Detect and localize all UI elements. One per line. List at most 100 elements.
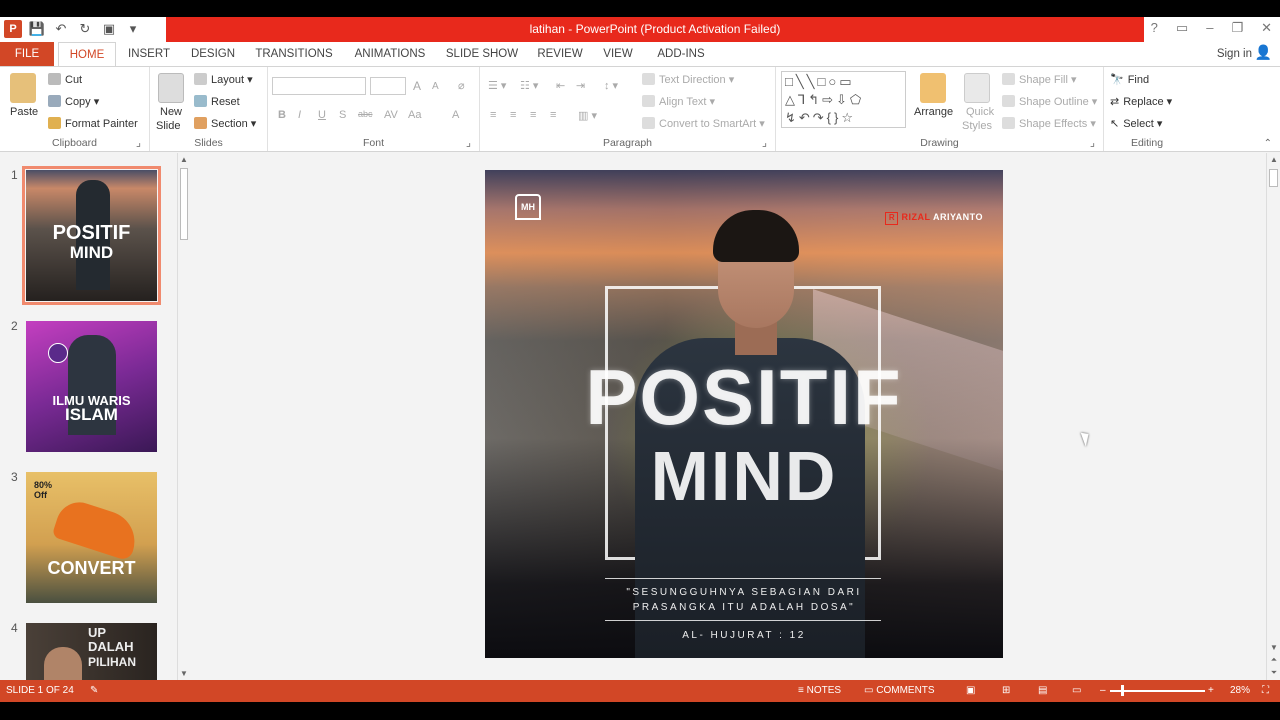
new-slide-label-1[interactable]: New <box>160 106 182 118</box>
slide-title-mind[interactable]: MIND <box>485 440 1003 512</box>
shape-outline-button[interactable]: Shape Outline ▾ <box>1002 95 1097 108</box>
change-case-button[interactable]: Aa <box>408 109 421 121</box>
arrange-icon[interactable] <box>920 73 946 103</box>
collapse-ribbon-icon[interactable]: ⌃ <box>1264 138 1272 149</box>
slide-thumbnail-1[interactable]: POSITIF MIND <box>22 166 161 305</box>
line-spacing-icon[interactable]: ↕ ▾ <box>604 79 618 92</box>
new-slide-label-2[interactable]: Slide <box>156 120 180 132</box>
thumbnails-scrollbar[interactable]: ▲ ▼ <box>177 153 189 680</box>
clear-formatting-icon[interactable]: ⌀ <box>458 79 465 92</box>
tab-add-ins[interactable]: ADD-INS <box>650 42 712 66</box>
save-icon[interactable]: 💾 <box>28 20 46 38</box>
slide-sorter-icon[interactable]: ⊞ <box>1002 680 1010 702</box>
tab-transitions[interactable]: TRANSITIONS <box>252 42 336 66</box>
shrink-font-button[interactable]: A <box>432 81 439 92</box>
font-color-button[interactable]: A <box>452 109 459 121</box>
decrease-indent-icon[interactable]: ⇤ <box>556 79 565 92</box>
scroll-up-icon[interactable]: ▲ <box>1267 155 1280 164</box>
slide-thumbnail-3[interactable]: 80% Off CONVERT <box>26 472 157 603</box>
slideshow-icon[interactable]: ▭ <box>1072 680 1081 702</box>
tab-animations[interactable]: ANIMATIONS <box>348 42 432 66</box>
quote-line-2[interactable]: PRASANGKA ITU ADALAH DOSA" <box>485 602 1003 613</box>
columns-icon[interactable]: ▥ ▾ <box>578 109 597 122</box>
replace-button[interactable]: ⇄ Replace ▾ <box>1110 95 1172 108</box>
fit-slide-icon[interactable]: ⛶ <box>1262 680 1269 702</box>
dialog-launcher-icon[interactable]: ⌟ <box>1090 136 1095 149</box>
align-text-button[interactable]: Align Text ▾ <box>642 95 715 108</box>
zoom-out-icon[interactable]: – <box>1100 680 1106 702</box>
slide-title-positif[interactable]: POSITIF <box>485 358 1003 436</box>
quick-styles-label-2[interactable]: Styles <box>962 120 992 132</box>
layout-button[interactable]: Layout ▾ <box>194 73 253 86</box>
close-icon[interactable]: ✕ <box>1261 20 1272 36</box>
customize-qat-icon[interactable]: ▾ <box>124 20 142 38</box>
minimize-icon[interactable]: – <box>1206 20 1213 36</box>
numbering-icon[interactable]: ☷ ▾ <box>520 79 538 92</box>
convert-smartart-button[interactable]: Convert to SmartArt ▾ <box>642 117 765 130</box>
format-painter-button[interactable]: Format Painter <box>48 117 138 130</box>
sign-in-link[interactable]: Sign in <box>1217 42 1252 66</box>
tab-insert[interactable]: INSERT <box>124 42 174 66</box>
shapes-gallery[interactable]: □╲╲□○▭ △⅂↰⇨⇩⬠ ↯↶↷{}☆ <box>781 71 906 128</box>
scrollbar-thumb[interactable] <box>1269 169 1278 187</box>
slide-scrollbar[interactable]: ▲ ▼ ⏶ ⏷ <box>1266 153 1280 680</box>
dialog-launcher-icon[interactable]: ⌟ <box>762 136 767 149</box>
slide-thumbnail-2[interactable]: ILMU WARIS ISLAM <box>26 321 157 452</box>
arrange-button[interactable]: Arrange <box>914 106 953 118</box>
zoom-slider[interactable] <box>1110 690 1205 692</box>
select-button[interactable]: ↖ Select ▾ <box>1110 117 1162 130</box>
quote-source[interactable]: AL- HUJURAT : 12 <box>485 630 1003 641</box>
tab-file[interactable]: FILE <box>0 42 54 66</box>
text-direction-button[interactable]: Text Direction ▾ <box>642 73 734 86</box>
tab-slide-show[interactable]: SLIDE SHOW <box>444 42 520 66</box>
section-button[interactable]: Section ▾ <box>194 117 256 130</box>
dialog-launcher-icon[interactable]: ⌟ <box>466 136 471 149</box>
current-slide[interactable]: MH R RIZAL ARIYANTO POSITIF MIND "SESUNGG… <box>485 170 1003 658</box>
shape-effects-button[interactable]: Shape Effects ▾ <box>1002 117 1096 130</box>
start-from-beginning-icon[interactable]: ▣ <box>100 20 118 38</box>
restore-icon[interactable]: ❐ <box>1231 20 1243 36</box>
comments-button[interactable]: ▭ COMMENTS <box>864 680 935 702</box>
previous-slide-icon[interactable]: ⏶ <box>1267 655 1280 665</box>
justify-icon[interactable]: ≡ <box>550 109 556 121</box>
tab-review[interactable]: REVIEW <box>532 42 588 66</box>
font-name-field[interactable] <box>272 77 366 95</box>
shadow-button[interactable]: S <box>339 109 346 121</box>
strikethrough-button[interactable]: abc <box>358 109 373 119</box>
scroll-up-icon[interactable]: ▲ <box>178 155 190 164</box>
notes-button[interactable]: ≡ NOTES <box>798 680 841 702</box>
tab-home[interactable]: HOME <box>58 42 116 66</box>
align-right-icon[interactable]: ≡ <box>530 109 536 121</box>
tab-view[interactable]: VIEW <box>598 42 638 66</box>
slide-thumbnail-4[interactable]: UP DALAH PILIHAN <box>26 623 157 680</box>
align-center-icon[interactable]: ≡ <box>510 109 516 121</box>
scroll-down-icon[interactable]: ▼ <box>178 669 190 678</box>
tab-design[interactable]: DESIGN <box>186 42 240 66</box>
quick-styles-label-1[interactable]: Quick <box>966 106 994 118</box>
bold-button[interactable]: B <box>278 109 286 121</box>
paste-icon[interactable] <box>10 73 36 103</box>
underline-button[interactable]: U <box>318 109 326 121</box>
scroll-down-icon[interactable]: ▼ <box>1267 643 1280 652</box>
character-spacing-icon[interactable]: AV <box>384 109 398 121</box>
zoom-level[interactable]: 28% <box>1230 680 1250 702</box>
quick-styles-icon[interactable] <box>964 73 990 103</box>
normal-view-icon[interactable]: ▣ <box>966 680 975 702</box>
help-icon[interactable]: ? <box>1151 20 1158 36</box>
next-slide-icon[interactable]: ⏷ <box>1267 668 1280 678</box>
account-icon[interactable]: 👤 <box>1255 44 1272 61</box>
italic-button[interactable]: I <box>298 109 301 121</box>
font-size-field[interactable] <box>370 77 406 95</box>
powerpoint-logo-icon[interactable]: P <box>4 20 22 38</box>
ribbon-display-icon[interactable]: ▭ <box>1176 20 1188 36</box>
increase-indent-icon[interactable]: ⇥ <box>576 79 585 92</box>
find-button[interactable]: 🔭 Find <box>1110 73 1149 86</box>
quote-line-1[interactable]: "SESUNGGUHNYA SEBAGIAN DARI <box>485 587 1003 598</box>
grow-font-button[interactable]: A <box>413 79 421 93</box>
undo-icon[interactable]: ↶ <box>52 20 70 38</box>
scrollbar-thumb[interactable] <box>180 168 188 240</box>
spelling-icon[interactable]: ✎ <box>90 680 98 702</box>
cut-button[interactable]: Cut <box>48 73 82 86</box>
dialog-launcher-icon[interactable]: ⌟ <box>136 136 141 149</box>
zoom-slider-handle[interactable] <box>1121 685 1124 696</box>
